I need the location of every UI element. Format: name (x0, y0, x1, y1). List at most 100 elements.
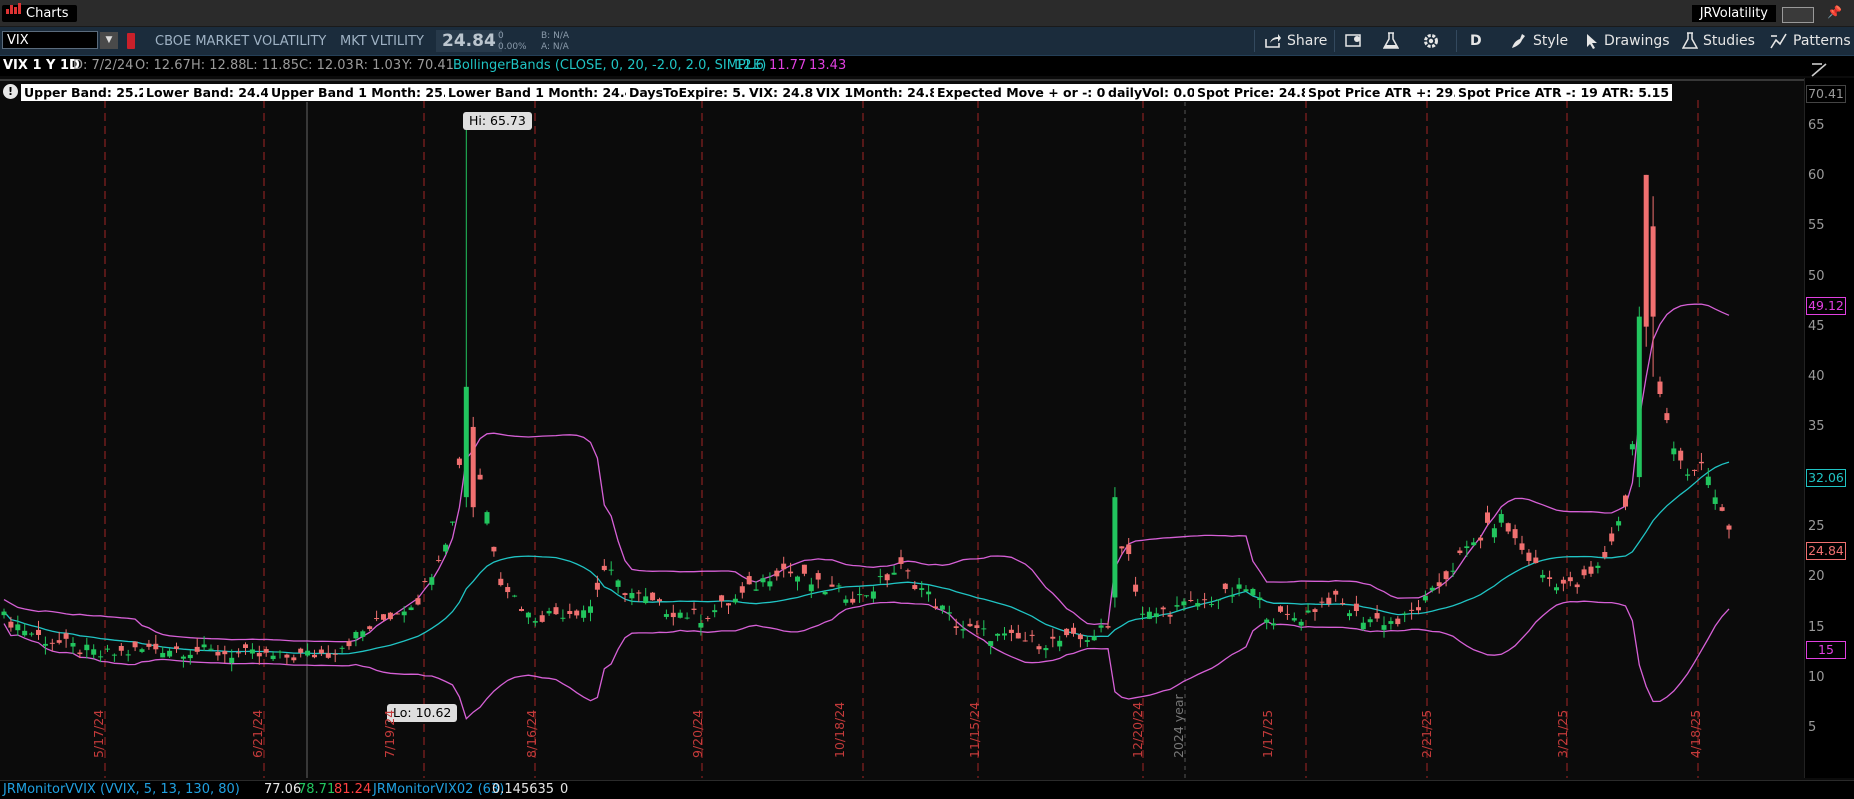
candle-body (1002, 633, 1007, 636)
candle-body (360, 631, 366, 637)
candle-body (732, 598, 738, 603)
candle-body (22, 630, 28, 636)
share-button[interactable]: Share (1264, 31, 1327, 51)
price-chart[interactable] (0, 78, 1804, 778)
studies-button[interactable]: Studies (1682, 31, 1755, 51)
patterns-button[interactable]: Patterns (1770, 31, 1851, 51)
chevron-down-icon[interactable]: ▼ (100, 32, 118, 49)
candle-body (346, 641, 352, 647)
vix02-study-label[interactable]: JRMonitorVIX02 (63) (373, 781, 504, 799)
candle-body (1291, 618, 1297, 621)
window-color-box[interactable] (1782, 7, 1814, 23)
candle-body (1347, 613, 1352, 617)
candle-body (519, 609, 524, 612)
app-label: Charts (26, 6, 69, 21)
candle-body (415, 598, 421, 605)
candle-body (1022, 640, 1028, 642)
candle-body (353, 632, 359, 639)
test-button[interactable] (1383, 31, 1399, 51)
candle-body (1257, 597, 1263, 601)
style-button[interactable]: Style (1510, 31, 1568, 51)
settings-button[interactable] (1422, 31, 1440, 51)
candle-body (1050, 636, 1056, 639)
alert-icon[interactable]: ! (3, 84, 18, 99)
study-label-11: Spot Price ATR -: 19.69 (1455, 84, 1623, 101)
candle-body (36, 629, 41, 635)
candle-body (753, 589, 759, 591)
last-price: 24.84 (436, 30, 502, 52)
studies-flask-icon (1682, 32, 1698, 49)
candle-body (139, 649, 145, 652)
price-tick: 10 (1808, 669, 1825, 685)
candle-body (1174, 605, 1180, 607)
candle-body (788, 571, 794, 574)
candle-body (746, 576, 752, 585)
candle-body (857, 594, 863, 596)
price-tick: 25 (1808, 519, 1825, 535)
candle-body (1388, 621, 1394, 624)
candle-body (995, 633, 1001, 636)
study-label-7: Expected Move + or -: 0.43 (934, 84, 1131, 101)
candle-body (1105, 626, 1111, 628)
app-tab[interactable]: Charts (2, 3, 77, 22)
candle-body (194, 646, 200, 652)
candle-body (974, 625, 980, 629)
price-tick: 45 (1808, 318, 1825, 334)
chart-info-bar: VIX 1 Y 1D D: 7/2/24 O: 12.67 H: 12.88 L… (0, 56, 1854, 76)
candle-body (49, 642, 55, 644)
candle-body (1471, 542, 1477, 546)
study-label-8: dailyVol: 0.02 (1105, 84, 1208, 101)
candle-body (933, 606, 938, 608)
candle-body (256, 652, 262, 657)
symbol-input[interactable] (2, 31, 98, 49)
link-flag-icon[interactable] (127, 33, 135, 49)
candle-body (1360, 622, 1366, 630)
candle-body (208, 648, 214, 650)
candle-body (815, 573, 821, 580)
drawings-button[interactable]: Drawings (1585, 31, 1670, 51)
candle-body (1084, 640, 1090, 642)
bid-value: B: N/A (541, 31, 569, 41)
candle-body (180, 656, 186, 659)
price-tick: 55 (1808, 218, 1825, 234)
candle-body (1167, 614, 1173, 617)
account-name[interactable]: JRVolatility (1691, 5, 1776, 22)
candle-body (1457, 550, 1463, 554)
axis-scale-icon[interactable] (1810, 60, 1830, 78)
candle-body (1574, 584, 1580, 588)
candle-body (91, 649, 97, 655)
candle-body (1443, 571, 1449, 580)
price-tick: 40 (1808, 368, 1825, 384)
flexible-grid-button[interactable] (1345, 31, 1363, 51)
candle-body (1422, 595, 1428, 601)
candle-body (339, 647, 345, 649)
study-label-10: Spot Price ATR +: 29.99 (1305, 84, 1479, 101)
candle-body (1678, 450, 1684, 461)
candle-body (1036, 646, 1042, 650)
candle-body (408, 607, 414, 611)
candle-body (1305, 610, 1311, 613)
candle-body (70, 642, 76, 647)
candle-body (525, 612, 531, 618)
candle-body (1395, 618, 1401, 625)
study-label-12: ATR: 5.15 (1599, 84, 1673, 101)
vvix-value-3: 81.24 (334, 782, 372, 797)
study-label[interactable]: BollingerBands (CLOSE, 0, 20, -2.0, 2.0,… (453, 56, 766, 76)
candle-body (512, 595, 518, 597)
candle-body (1409, 609, 1415, 611)
candle-body (912, 585, 918, 589)
candle-body (1071, 627, 1076, 634)
pin-icon[interactable]: 📌 (1827, 5, 1842, 19)
candlesticks (1, 118, 1732, 672)
study-value-mid: 12.6 (735, 58, 764, 73)
candle-body (1533, 557, 1539, 563)
aggregation-period-button[interactable]: D (1470, 31, 1482, 51)
candle-body (98, 656, 104, 658)
candle-body (601, 565, 607, 571)
price-tick: 35 (1808, 418, 1825, 434)
candle-body (1719, 507, 1725, 511)
candle-body (926, 591, 932, 595)
vvix-study-label[interactable]: JRMonitorVVIX (VVIX, 5, 13, 130, 80) (3, 781, 240, 799)
candle-body (1450, 570, 1456, 572)
candle-body (270, 655, 276, 660)
